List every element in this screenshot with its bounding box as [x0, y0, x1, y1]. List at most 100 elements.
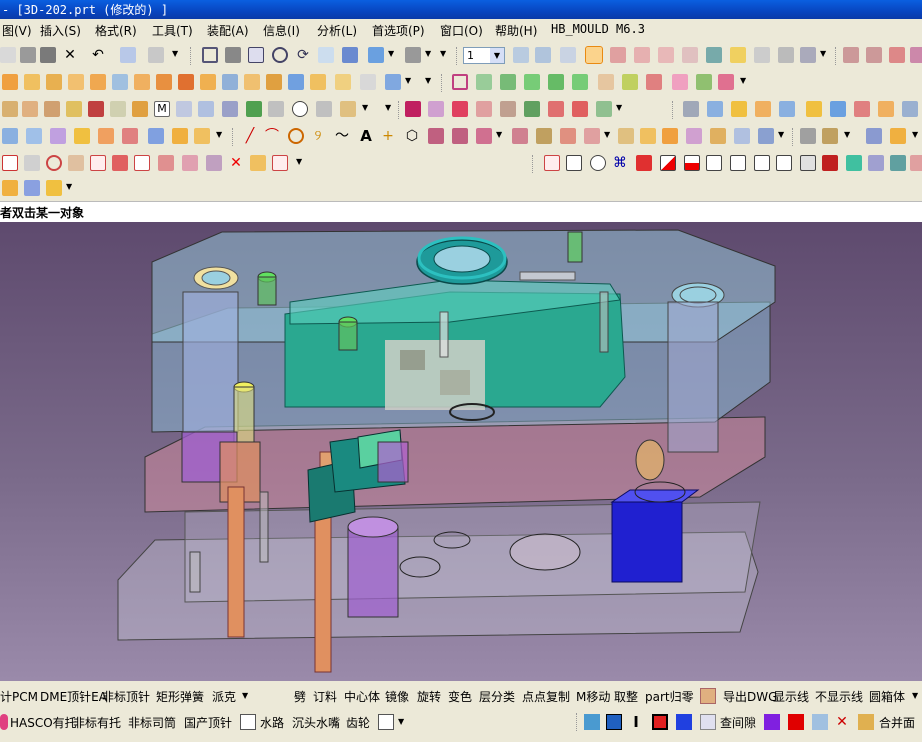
- tool-show-lines[interactable]: 显示线: [773, 688, 809, 705]
- menu-format[interactable]: 格式(R): [95, 22, 137, 39]
- ruler-icon[interactable]: [316, 101, 332, 117]
- sketch-icon[interactable]: [2, 155, 18, 171]
- menu-hb-mould[interactable]: HB_MOULD M6.3: [551, 22, 645, 36]
- mold-8-icon[interactable]: [706, 155, 722, 171]
- mold-14-icon[interactable]: [846, 155, 862, 171]
- i-beam-icon[interactable]: I: [628, 714, 644, 730]
- mold-13-icon[interactable]: [822, 155, 838, 171]
- dimension-2-icon[interactable]: [822, 128, 838, 144]
- assembly-10-icon[interactable]: [902, 101, 918, 117]
- point-icon[interactable]: +: [380, 128, 396, 144]
- layer-settings-icon[interactable]: [513, 47, 529, 63]
- sketch-corner-icon[interactable]: [182, 155, 198, 171]
- layer-move-icon[interactable]: [560, 47, 576, 63]
- offset-face-icon[interactable]: [335, 74, 351, 90]
- chevron-down-icon[interactable]: ▼: [425, 76, 433, 88]
- boss-icon[interactable]: [112, 74, 128, 90]
- mold-9-icon[interactable]: [730, 155, 746, 171]
- curve-1-icon[interactable]: [428, 128, 444, 144]
- hourglass-icon[interactable]: [340, 101, 356, 117]
- sketch-options-icon[interactable]: [272, 155, 288, 171]
- chevron-down-icon[interactable]: ▼: [490, 48, 504, 63]
- paste-icon[interactable]: [40, 47, 56, 63]
- tool-round-off[interactable]: 取整: [614, 688, 638, 705]
- surface-3-icon[interactable]: [50, 128, 66, 144]
- clock-icon[interactable]: [292, 101, 308, 117]
- attribute-icon[interactable]: [66, 101, 82, 117]
- tool-waterway[interactable]: 水路: [260, 714, 284, 731]
- chevron-down-icon[interactable]: ▼: [216, 130, 224, 142]
- selection-filter-icon[interactable]: [148, 47, 164, 63]
- groove-icon[interactable]: [200, 74, 216, 90]
- rectangle-icon[interactable]: [452, 74, 468, 90]
- delete-icon[interactable]: ✕: [62, 47, 78, 63]
- curve-4-icon[interactable]: [512, 128, 528, 144]
- pan-icon[interactable]: [318, 47, 334, 63]
- table-icon[interactable]: [198, 101, 214, 117]
- hb-tool-2-icon[interactable]: [866, 47, 882, 63]
- heart-icon[interactable]: [452, 101, 468, 117]
- hb-tool-1-icon[interactable]: [843, 47, 859, 63]
- text-a-icon[interactable]: A: [358, 128, 374, 144]
- hb-standard-7-icon[interactable]: [572, 101, 588, 117]
- tool-dme-pin[interactable]: DME顶针EA: [40, 688, 107, 705]
- undo-icon[interactable]: ↶: [90, 47, 106, 63]
- menu-assemblies[interactable]: 装配(A): [207, 22, 249, 39]
- sketch-circle-icon[interactable]: [46, 155, 62, 171]
- menu-analysis[interactable]: 分析(L): [317, 22, 357, 39]
- wcs-dynamic-icon[interactable]: [682, 47, 698, 63]
- red-block-icon[interactable]: [652, 714, 668, 730]
- copy-icon[interactable]: [20, 47, 36, 63]
- mark-icon[interactable]: [88, 101, 104, 117]
- assembly-6-icon[interactable]: [806, 101, 822, 117]
- edit-object-icon[interactable]: [120, 47, 136, 63]
- hb-standard-5-icon[interactable]: [524, 101, 540, 117]
- cone-icon[interactable]: [46, 74, 62, 90]
- assembly-9-icon[interactable]: [878, 101, 894, 117]
- chevron-down-icon[interactable]: ▼: [740, 76, 748, 88]
- sweep-icon[interactable]: [266, 74, 282, 90]
- chevron-down-icon[interactable]: ▼: [912, 691, 920, 703]
- curve-3-icon[interactable]: [476, 128, 492, 144]
- menu-tools[interactable]: 工具(T): [152, 22, 193, 39]
- misc-1-icon[interactable]: [2, 180, 18, 196]
- view-cube-icon[interactable]: [866, 128, 882, 144]
- check-gap-icon[interactable]: [700, 714, 716, 730]
- tool-nonstandard-pin[interactable]: 非标顶针: [102, 688, 150, 705]
- sketch-trim-icon[interactable]: [158, 155, 174, 171]
- circle-icon[interactable]: [288, 128, 304, 144]
- patch-icon[interactable]: [548, 74, 564, 90]
- misc-3-icon[interactable]: [46, 180, 62, 196]
- pocket-icon[interactable]: [134, 74, 150, 90]
- menu-help[interactable]: 帮助(H): [495, 22, 537, 39]
- polygon-icon[interactable]: ⬡: [404, 128, 420, 144]
- hb-standard-2-icon[interactable]: [428, 101, 444, 117]
- wcs-rotate-icon[interactable]: [634, 47, 650, 63]
- assembly-8-icon[interactable]: [854, 101, 870, 117]
- chevron-down-icon[interactable]: ▼: [496, 130, 504, 142]
- cylinder-icon[interactable]: [24, 74, 40, 90]
- fit-view-icon[interactable]: [202, 47, 218, 63]
- line-icon[interactable]: ╱: [242, 128, 258, 144]
- tool-order-material[interactable]: 订料: [313, 688, 337, 705]
- hb-standard-3-icon[interactable]: [476, 101, 492, 117]
- tool-rect-spring[interactable]: 矩形弹簧: [156, 688, 204, 705]
- tool-hide-lines[interactable]: 不显示线: [815, 688, 863, 705]
- tool-change-color[interactable]: 变色: [448, 688, 472, 705]
- chevron-down-icon[interactable]: ▼: [385, 103, 393, 115]
- mold-1-icon[interactable]: [544, 155, 560, 171]
- curve-11-icon[interactable]: [686, 128, 702, 144]
- assembly-1-icon[interactable]: [683, 101, 699, 117]
- rotate-icon[interactable]: ⟳: [295, 47, 311, 63]
- mold-6-icon[interactable]: [660, 155, 676, 171]
- measure-icon[interactable]: [754, 47, 770, 63]
- assembly-7-icon[interactable]: [830, 101, 846, 117]
- grid-icon[interactable]: [176, 101, 192, 117]
- render-style-icon[interactable]: [368, 47, 384, 63]
- subtract-icon[interactable]: [718, 74, 734, 90]
- curve-12-icon[interactable]: [710, 128, 726, 144]
- graphics-viewport[interactable]: [0, 222, 922, 681]
- surface-9-icon[interactable]: [194, 128, 210, 144]
- fillet-icon[interactable]: ୨: [310, 128, 326, 144]
- curve-13-icon[interactable]: [734, 128, 750, 144]
